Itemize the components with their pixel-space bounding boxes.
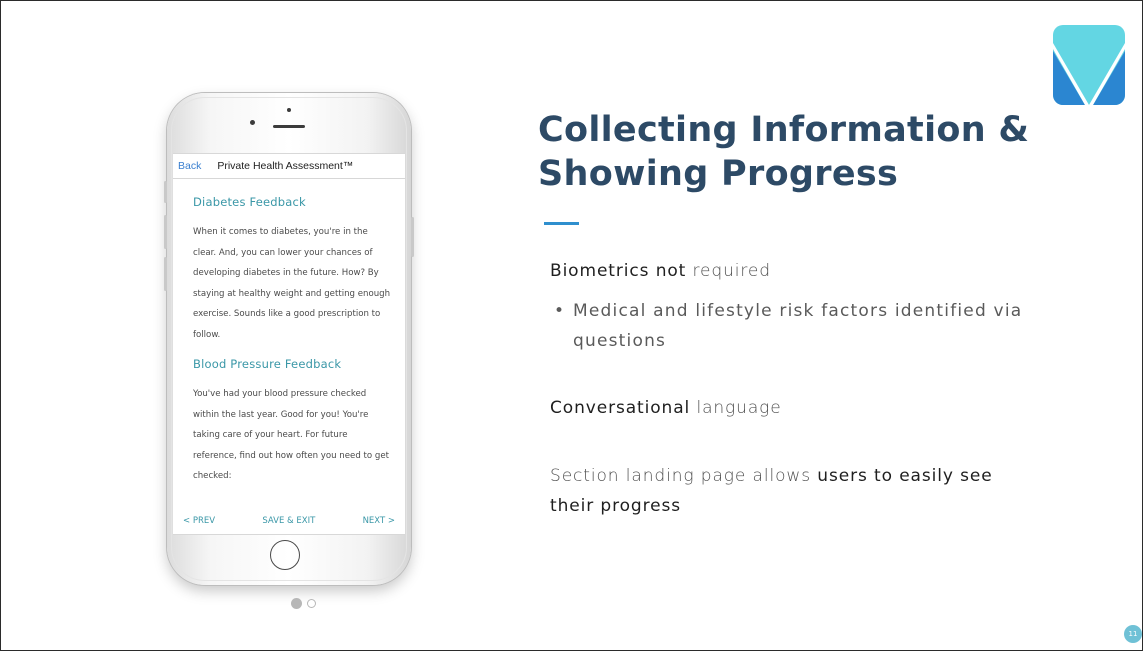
point-progress-strong2: their progress [550, 496, 682, 516]
next-button[interactable]: NEXT > [363, 516, 395, 526]
carousel-dot-inactive[interactable] [307, 599, 316, 608]
v-logo-icon [1053, 25, 1125, 105]
point-progress: Section landing page allows users to eas… [550, 461, 1070, 521]
point-biometrics: Biometrics not required [550, 261, 771, 281]
back-link[interactable]: Back [178, 160, 201, 172]
app-nav-bar: Back Private Health Assessment™ [173, 154, 405, 179]
phone-mockup: Back Private Health Assessment™ Diabetes… [164, 93, 414, 585]
carousel-indicator [291, 598, 316, 609]
mute-switch [164, 181, 167, 203]
app-title: Private Health Assessment™ [217, 160, 354, 172]
proximity-sensor [287, 108, 291, 112]
diabetes-feedback-text: When it comes to diabetes, you're in the… [193, 227, 391, 340]
volume-down-button [164, 257, 167, 291]
point-biometrics-strong: Biometrics not [550, 261, 687, 281]
point-biometrics-rest: required [686, 261, 771, 281]
point-conversational: Conversational language [550, 398, 782, 418]
slide: Back Private Health Assessment™ Diabetes… [0, 0, 1143, 651]
slide-title-line1: Collecting Information & [538, 110, 1030, 150]
feedback-content: Diabetes Feedback When it comes to diabe… [173, 179, 405, 487]
bullet-text: Medical and lifestyle risk factors ident… [573, 301, 1023, 351]
prev-button[interactable]: < PREV [183, 516, 215, 526]
volume-up-button [164, 215, 167, 249]
home-button[interactable] [270, 540, 300, 570]
bullet-icon: • [554, 301, 566, 321]
power-button [411, 217, 414, 257]
blood-pressure-feedback-text: You've had your blood pressure checked w… [193, 389, 389, 481]
carousel-dot-active[interactable] [291, 598, 302, 609]
diabetes-feedback-heading: Diabetes Feedback [193, 195, 306, 209]
point-progress-strong1: users to easily see [817, 466, 993, 486]
blood-pressure-feedback-heading: Blood Pressure Feedback [193, 357, 342, 371]
phone-bottom-bar: < PREV SAVE & EXIT NEXT > [173, 508, 405, 534]
page-number-badge: 11 [1124, 625, 1142, 643]
point-conversational-rest: language [690, 398, 782, 418]
bullet-item: • Medical and lifestyle risk factors ide… [554, 296, 1074, 356]
point-progress-lead: Section landing page allows [550, 466, 818, 486]
earpiece-speaker [273, 125, 305, 128]
point-conversational-strong: Conversational [550, 398, 691, 418]
slide-title: Collecting Information & Showing Progres… [538, 108, 1058, 196]
slide-title-line2: Showing Progress [538, 154, 899, 194]
front-camera-icon [250, 120, 255, 125]
phone-screen: Back Private Health Assessment™ Diabetes… [173, 153, 405, 535]
title-accent-divider [544, 222, 579, 225]
save-exit-button[interactable]: SAVE & EXIT [262, 516, 315, 526]
